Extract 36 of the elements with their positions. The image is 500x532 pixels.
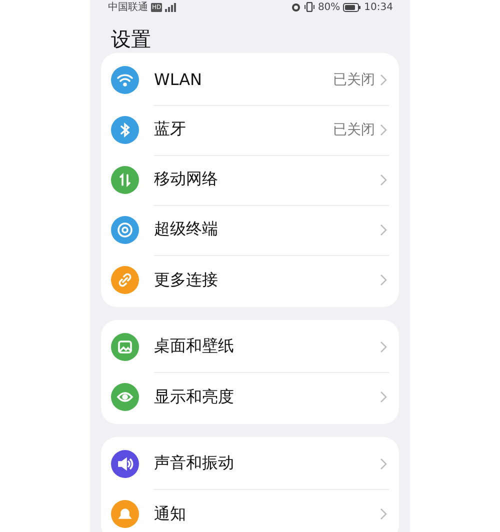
item-label: 移动网络 <box>154 169 219 190</box>
item-label: 蓝牙 <box>154 119 187 140</box>
item-status: 已关闭 <box>333 120 375 138</box>
chevron-icon <box>380 74 387 86</box>
chevron-icon <box>380 458 387 470</box>
vibrate-icon <box>304 2 315 12</box>
item-label: 通知 <box>154 504 187 524</box>
chevron-icon <box>380 224 387 236</box>
carrier-name: 中国联通 <box>108 0 148 14</box>
settings-item[interactable]: 桌面和壁纸 <box>101 322 399 372</box>
item-label: WLAN <box>154 70 204 89</box>
item-label: 声音和振动 <box>154 453 235 474</box>
settings-item[interactable]: 通知 <box>101 489 399 532</box>
item-label: 桌面和壁纸 <box>154 336 235 357</box>
settings-item[interactable]: 移动网络 <box>101 155 399 205</box>
settings-item[interactable]: WLAN 已关闭 <box>101 55 399 105</box>
battery-percent: 80% <box>318 2 340 12</box>
settings-item[interactable]: 显示和亮度 <box>101 372 399 422</box>
page-title: 设置 <box>110 26 152 53</box>
settings-item[interactable]: 超级终端 <box>101 205 399 255</box>
settings-item[interactable]: 更多连接 <box>101 255 399 305</box>
chevron-icon <box>380 274 387 286</box>
chevron-icon <box>380 340 387 352</box>
battery-icon <box>343 2 362 12</box>
chevron-icon <box>380 174 387 186</box>
chevron-icon <box>380 391 387 403</box>
item-status: 已关闭 <box>333 70 375 88</box>
settings-item[interactable]: 蓝牙 已关闭 <box>101 105 399 155</box>
chevron-icon <box>380 124 387 136</box>
item-label: 显示和亮度 <box>154 386 235 408</box>
item-label: 更多连接 <box>154 270 219 290</box>
chevron-icon <box>380 508 387 520</box>
signal-icon <box>165 2 178 12</box>
settings-item[interactable]: 声音和振动 <box>101 439 399 489</box>
item-label: 超级终端 <box>154 219 219 240</box>
clock-time: 10:34 <box>364 2 393 12</box>
